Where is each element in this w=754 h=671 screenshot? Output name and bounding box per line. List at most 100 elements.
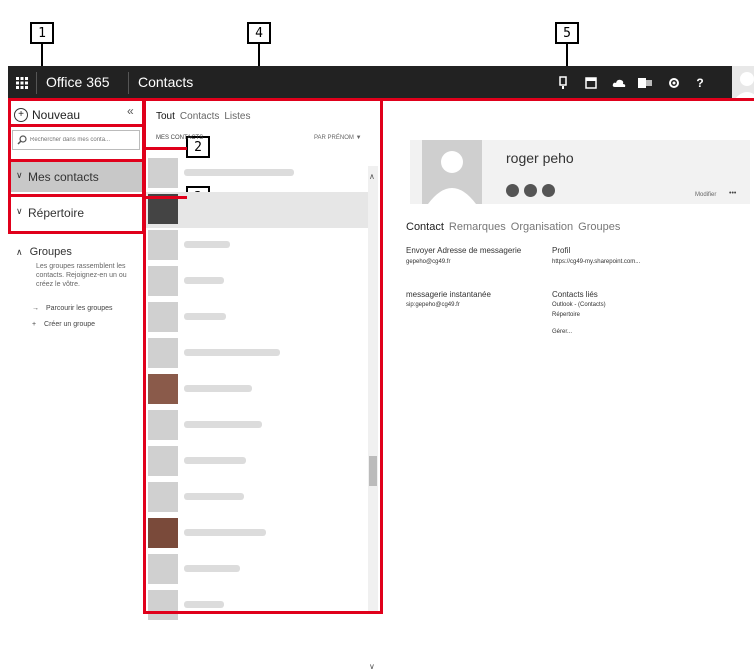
groups-description: Les groupes rassemblent les contacts. Re… xyxy=(36,263,127,288)
contact-row[interactable] xyxy=(146,408,368,444)
contact-name-blurred xyxy=(184,241,230,248)
waffle-icon[interactable] xyxy=(14,75,30,91)
avatar xyxy=(148,590,178,620)
contact-row[interactable] xyxy=(146,588,368,624)
contact-name-blurred xyxy=(184,385,252,392)
section-title: Contacts xyxy=(138,74,194,90)
app-name[interactable]: Office 365 xyxy=(46,74,110,90)
section-label: MES CONTACTS xyxy=(156,135,204,141)
contact-name-blurred xyxy=(184,313,226,320)
contact-name-blurred xyxy=(184,493,244,500)
avatar-icon[interactable] xyxy=(732,66,754,100)
contact-row[interactable] xyxy=(146,228,368,264)
avatar xyxy=(148,374,178,404)
avatar xyxy=(148,230,178,260)
callout-1: 1 xyxy=(30,22,54,44)
contact-name-blurred xyxy=(184,565,240,572)
new-contact-label: Nouveau xyxy=(32,108,81,122)
email-label: Envoyer Adresse de messagerie xyxy=(406,246,522,255)
contact-name-blurred xyxy=(184,421,262,428)
onedrive-icon[interactable] xyxy=(611,75,627,91)
scroll-up-icon[interactable]: ∧ xyxy=(369,172,375,181)
contact-row[interactable] xyxy=(146,156,368,192)
chevron-down-icon: ∨ xyxy=(16,170,23,180)
gear-icon[interactable] xyxy=(666,75,682,91)
contact-name-blurred xyxy=(184,349,280,356)
email-action-icon[interactable] xyxy=(506,184,519,197)
scroll-down-icon[interactable]: ∨ xyxy=(369,662,375,671)
outlook-icon[interactable] xyxy=(637,75,653,91)
scroll-thumb[interactable] xyxy=(369,456,377,486)
plus-icon: + xyxy=(32,321,37,328)
avatar xyxy=(148,554,178,584)
tab-all[interactable]: Tout xyxy=(156,111,175,122)
email-value[interactable]: gepeho@cg49.fr xyxy=(406,259,450,265)
calendar-icon[interactable] xyxy=(583,75,599,91)
groups-title: Groupes xyxy=(29,246,72,258)
contact-name-blurred xyxy=(184,169,294,176)
more-options-icon[interactable]: ••• xyxy=(729,190,736,197)
nav-my-contacts-label: Mes contacts xyxy=(28,170,99,184)
browse-groups-link[interactable]: → Parcourir les groupes xyxy=(32,305,112,312)
arrow-right-icon: → xyxy=(32,305,39,312)
linked-contacts-label: Contacts liés xyxy=(552,290,598,299)
tab-groups[interactable]: Groupes xyxy=(578,221,620,233)
sort-label: PAR PRÉNOM xyxy=(314,135,354,141)
tab-organization[interactable]: Organisation xyxy=(511,221,573,233)
left-nav: + Nouveau « ∨ Mes contacts ∨ Répertoire … xyxy=(8,100,144,612)
avatar xyxy=(148,482,178,512)
avatar xyxy=(148,266,178,296)
new-contact-button[interactable]: + Nouveau xyxy=(14,106,80,124)
nav-directory[interactable]: ∨ Répertoire xyxy=(8,198,144,228)
contact-name-blurred xyxy=(184,277,224,284)
search-box[interactable] xyxy=(12,130,140,150)
tab-notes[interactable]: Remarques xyxy=(449,221,506,233)
search-input[interactable] xyxy=(30,137,138,143)
contact-name-blurred xyxy=(184,601,224,608)
caret-down-icon: ▼ xyxy=(355,135,362,141)
contact-detail-pane: roger peho Modifier ••• Contact Remarque… xyxy=(382,100,754,612)
contact-name-blurred xyxy=(184,457,246,464)
profile-label: Profil xyxy=(552,246,571,255)
groups-header[interactable]: ∧ Groupes xyxy=(16,246,72,258)
notifications-icon[interactable] xyxy=(555,75,571,91)
linked-directory[interactable]: Répertoire xyxy=(552,312,580,318)
help-icon[interactable]: ? xyxy=(692,75,708,91)
im-label: messagerie instantanée xyxy=(406,290,491,299)
tab-contacts[interactable]: Contacts xyxy=(180,111,219,122)
list-tabs: Tout Contacts Listes xyxy=(156,111,251,122)
nav-my-contacts[interactable]: ∨ Mes contacts xyxy=(8,162,144,192)
contact-name: roger peho xyxy=(506,150,574,166)
nav-directory-label: Répertoire xyxy=(28,206,85,220)
tab-lists[interactable]: Listes xyxy=(224,111,250,122)
modify-link[interactable]: Modifier xyxy=(695,192,716,198)
contact-row[interactable] xyxy=(146,480,368,516)
contact-card: roger peho Modifier ••• xyxy=(410,140,750,204)
avatar xyxy=(148,158,178,188)
avatar xyxy=(148,410,178,440)
contact-row[interactable] xyxy=(146,300,368,336)
call-action-icon[interactable] xyxy=(524,184,537,197)
create-group-link[interactable]: + Créer un groupe xyxy=(32,321,95,328)
tab-contact[interactable]: Contact xyxy=(406,221,444,233)
contact-row[interactable] xyxy=(146,444,368,480)
top-bar: Office 365 Contacts ? xyxy=(8,66,754,100)
highlight-line-5 xyxy=(143,98,754,101)
chat-action-icon[interactable] xyxy=(542,184,555,197)
manage-link[interactable]: Gérer... xyxy=(552,329,572,335)
callout-4: 4 xyxy=(247,22,271,44)
scrollbar[interactable]: ∧ ∨ xyxy=(368,166,378,671)
sort-dropdown[interactable]: PAR PRÉNOM ▼ xyxy=(314,135,362,141)
contact-row[interactable] xyxy=(146,264,368,300)
contact-row[interactable] xyxy=(146,372,368,408)
im-value[interactable]: sip:gepeho@cg49.fr xyxy=(406,302,460,308)
detail-tabs: Contact Remarques Organisation Groupes xyxy=(406,221,620,233)
collapse-nav-button[interactable]: « xyxy=(127,104,134,118)
linked-outlook[interactable]: Outlook - (Contacts) xyxy=(552,302,606,308)
contact-row[interactable] xyxy=(146,336,368,372)
contact-name-blurred xyxy=(184,529,266,536)
profile-value[interactable]: https://cg49-my.sharepoint.com... xyxy=(552,259,640,265)
contact-row[interactable] xyxy=(146,516,368,552)
contact-row[interactable] xyxy=(146,552,368,588)
contact-photo xyxy=(422,140,482,204)
